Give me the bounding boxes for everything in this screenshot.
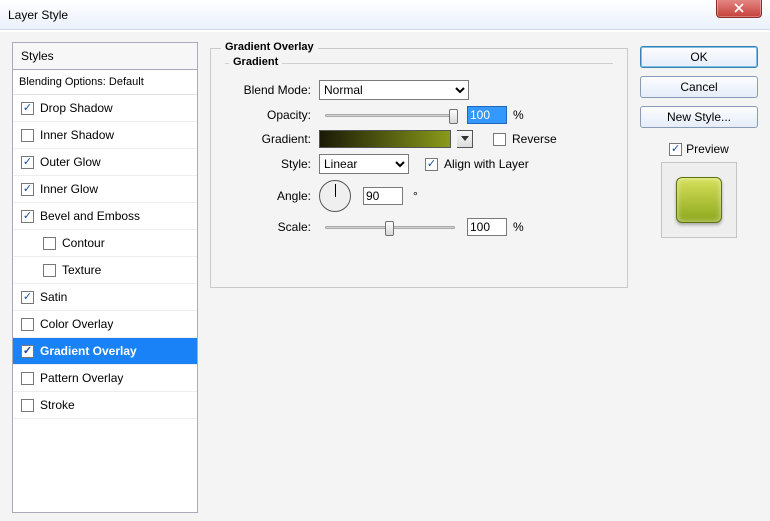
gradient-subgroup: Gradient Blend Mode: Normal Opacity: % — [225, 63, 613, 236]
style-label: Outer Glow — [40, 155, 101, 169]
style-row-satin[interactable]: Satin — [13, 284, 197, 311]
row-scale: Scale: % — [225, 218, 613, 236]
style-row-contour[interactable]: Contour — [13, 230, 197, 257]
style-row-bevel-and-emboss[interactable]: Bevel and Emboss — [13, 203, 197, 230]
style-checkbox[interactable] — [21, 183, 34, 196]
close-icon — [734, 3, 744, 13]
label-blend-mode: Blend Mode: — [225, 83, 313, 97]
dialog-body: Styles Blending Options: Default Drop Sh… — [0, 30, 770, 521]
style-row-drop-shadow[interactable]: Drop Shadow — [13, 95, 197, 122]
row-style: Style: Linear Align with Layer — [225, 154, 613, 174]
styles-list: Drop Shadow Inner Shadow Outer Glow Inner G… — [13, 95, 197, 419]
reverse-checkbox[interactable] — [493, 133, 506, 146]
button-column: OK Cancel New Style... Preview — [640, 42, 758, 513]
group-title: Gradient Overlay — [221, 41, 318, 53]
style-checkbox[interactable] — [43, 264, 56, 277]
styles-header[interactable]: Styles — [13, 43, 197, 70]
blending-options-row[interactable]: Blending Options: Default — [13, 70, 197, 95]
style-row-texture[interactable]: Texture — [13, 257, 197, 284]
style-checkbox[interactable] — [21, 345, 34, 358]
row-gradient: Gradient: Reverse — [225, 130, 613, 148]
style-checkbox[interactable] — [21, 102, 34, 115]
opacity-slider-thumb[interactable] — [449, 109, 458, 124]
angle-input[interactable] — [363, 187, 403, 205]
subgroup-title: Gradient — [229, 56, 282, 68]
row-opacity: Opacity: % — [225, 106, 613, 124]
blend-mode-select[interactable]: Normal — [319, 80, 469, 100]
scale-slider[interactable] — [325, 226, 455, 229]
opacity-input[interactable] — [467, 106, 507, 124]
style-label: Pattern Overlay — [40, 371, 123, 385]
style-checkbox[interactable] — [43, 237, 56, 250]
angle-unit: ° — [413, 189, 418, 203]
row-blend-mode: Blend Mode: Normal — [225, 80, 613, 100]
opacity-slider[interactable] — [325, 114, 455, 117]
label-reverse: Reverse — [512, 132, 557, 146]
preview-checkbox[interactable] — [669, 143, 682, 156]
gradient-swatch[interactable] — [319, 130, 451, 148]
style-checkbox[interactable] — [21, 318, 34, 331]
chevron-down-icon — [461, 136, 469, 142]
window-title: Layer Style — [8, 8, 762, 22]
align-checkbox[interactable] — [425, 158, 438, 171]
style-label: Satin — [40, 290, 67, 304]
style-checkbox[interactable] — [21, 399, 34, 412]
scale-unit: % — [513, 220, 524, 234]
scale-input[interactable] — [467, 218, 507, 236]
style-label: Inner Shadow — [40, 128, 114, 142]
gradient-overlay-group: Gradient Overlay Gradient Blend Mode: No… — [210, 48, 628, 288]
angle-dial[interactable] — [319, 180, 351, 212]
style-label: Drop Shadow — [40, 101, 113, 115]
label-scale: Scale: — [225, 220, 313, 234]
style-select[interactable]: Linear — [319, 154, 409, 174]
label-angle: Angle: — [225, 189, 313, 203]
label-preview: Preview — [686, 142, 729, 156]
style-row-color-overlay[interactable]: Color Overlay — [13, 311, 197, 338]
ok-button[interactable]: OK — [640, 46, 758, 68]
style-checkbox[interactable] — [21, 210, 34, 223]
style-label: Bevel and Emboss — [40, 209, 140, 223]
opacity-unit: % — [513, 108, 524, 122]
label-style: Style: — [225, 157, 313, 171]
style-checkbox[interactable] — [21, 372, 34, 385]
style-label: Contour — [62, 236, 105, 250]
new-style-button[interactable]: New Style... — [640, 106, 758, 128]
settings-area: Gradient Overlay Gradient Blend Mode: No… — [210, 42, 628, 513]
label-gradient: Gradient: — [225, 132, 313, 146]
close-button[interactable] — [716, 0, 762, 18]
styles-panel: Styles Blending Options: Default Drop Sh… — [12, 42, 198, 513]
titlebar: Layer Style — [0, 0, 770, 30]
preview-block: Preview — [640, 142, 758, 238]
preview-thumbnail — [676, 177, 722, 223]
style-row-stroke[interactable]: Stroke — [13, 392, 197, 419]
style-row-outer-glow[interactable]: Outer Glow — [13, 149, 197, 176]
cancel-button[interactable]: Cancel — [640, 76, 758, 98]
style-label: Stroke — [40, 398, 75, 412]
style-checkbox[interactable] — [21, 291, 34, 304]
scale-slider-thumb[interactable] — [385, 221, 394, 236]
style-checkbox[interactable] — [21, 156, 34, 169]
label-opacity: Opacity: — [225, 108, 313, 122]
style-checkbox[interactable] — [21, 129, 34, 142]
gradient-dropdown-button[interactable] — [457, 130, 473, 148]
style-row-inner-shadow[interactable]: Inner Shadow — [13, 122, 197, 149]
label-align: Align with Layer — [444, 157, 529, 171]
style-row-gradient-overlay[interactable]: Gradient Overlay — [13, 338, 197, 365]
style-label: Color Overlay — [40, 317, 113, 331]
style-label: Texture — [62, 263, 101, 277]
style-row-pattern-overlay[interactable]: Pattern Overlay — [13, 365, 197, 392]
row-angle: Angle: ° — [225, 180, 613, 212]
style-row-inner-glow[interactable]: Inner Glow — [13, 176, 197, 203]
preview-swatch — [661, 162, 737, 238]
style-label: Gradient Overlay — [40, 344, 137, 358]
style-label: Inner Glow — [40, 182, 98, 196]
